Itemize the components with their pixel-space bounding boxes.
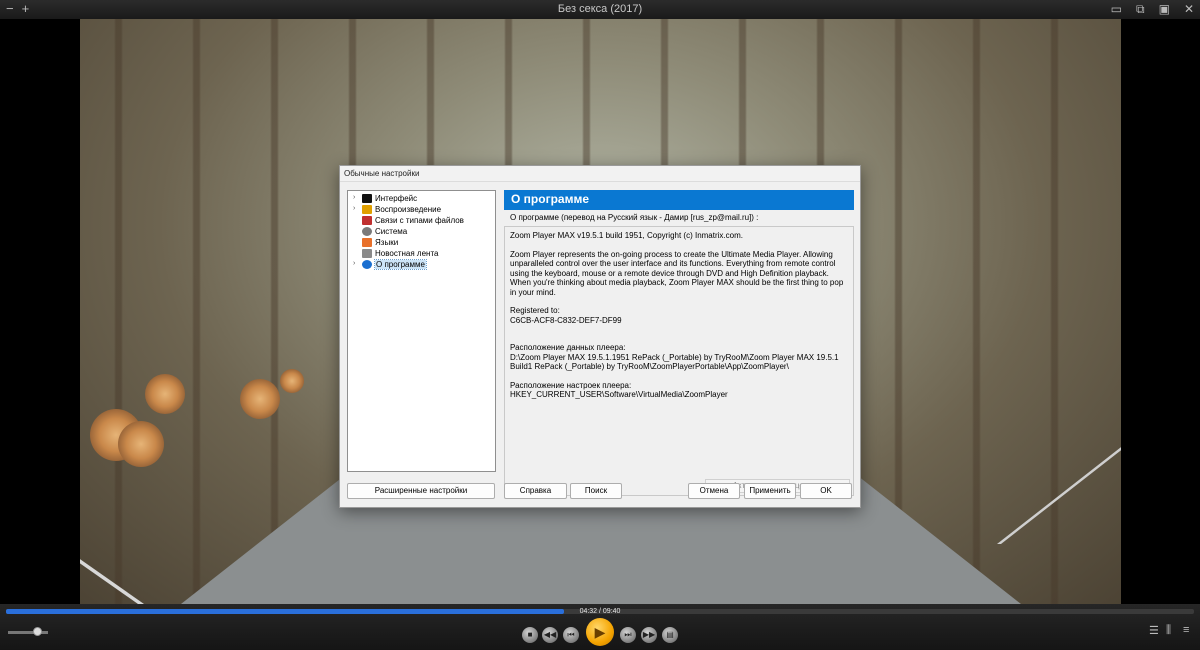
- monitor-icon: [362, 194, 372, 203]
- video-log-pile: [90, 369, 304, 469]
- video-log: [145, 374, 185, 414]
- video-log: [240, 379, 280, 419]
- tree-item-1[interactable]: › Воспроизведение: [348, 204, 495, 215]
- advanced-settings-button[interactable]: Расширенные настройки: [347, 483, 495, 499]
- tree-item-0[interactable]: › Интерфейс: [348, 193, 495, 204]
- rewind-icon[interactable]: ◀◀: [542, 627, 558, 643]
- tree-item-4[interactable]: Языки: [348, 237, 495, 248]
- file-assoc-icon: [362, 216, 372, 225]
- tree-item-label: Связи с типами файлов: [375, 216, 464, 225]
- settings-location-label: Расположение настроек плеера:: [510, 380, 632, 390]
- tree-item-3[interactable]: Система: [348, 226, 495, 237]
- play-button[interactable]: ▶: [586, 618, 614, 646]
- playback-icon: [362, 205, 372, 214]
- tree-item-5[interactable]: Новостная лента: [348, 248, 495, 259]
- language-icon: [362, 238, 372, 247]
- next-icon[interactable]: ⏭: [620, 627, 636, 643]
- about-header: О программе: [504, 190, 854, 210]
- restore-window-icon[interactable]: ⧉: [1136, 1, 1145, 17]
- stop-icon[interactable]: ■: [522, 627, 538, 643]
- about-info-box: Zoom Player MAX v19.5.1 build 1951, Copy…: [504, 226, 854, 496]
- search-button[interactable]: Поиск: [570, 483, 622, 499]
- registered-label: Registered to:: [510, 306, 560, 315]
- settings-tree[interactable]: › Интерфейс › Воспроизведение Связи с типами…: [347, 190, 496, 472]
- video-log: [118, 421, 164, 467]
- version-text: Zoom Player MAX v19.5.1 build 1951, Copy…: [510, 231, 743, 240]
- previous-icon[interactable]: ⏮: [563, 627, 579, 643]
- tree-item-2[interactable]: Связи с типами файлов: [348, 215, 495, 226]
- open-folder-icon[interactable]: ▤: [662, 627, 678, 643]
- help-button[interactable]: Справка: [504, 483, 567, 499]
- tree-item-label: Языки: [375, 238, 399, 247]
- info-icon: [362, 260, 372, 269]
- video-log: [280, 369, 304, 393]
- media-player: − + Без секса (2017) ▭ ⧉ ▣ ✕ Обычные нас…: [0, 0, 1200, 650]
- chevron-right-icon[interactable]: ›: [353, 194, 355, 201]
- data-location-value: D:\Zoom Player MAX 19.5.1.1951 RePack (_…: [510, 352, 839, 372]
- volume-slider[interactable]: [8, 627, 48, 636]
- about-pane: О программе О программе (перевод на Русс…: [504, 190, 854, 496]
- tree-item-6[interactable]: › О программе: [348, 259, 495, 270]
- minimize-window-icon[interactable]: ▭: [1111, 1, 1122, 17]
- equalizer-icon[interactable]: ⫼: [1166, 624, 1171, 637]
- about-subtitle: О программе (перевод на Русский язык - Д…: [510, 213, 759, 222]
- volume-knob[interactable]: [33, 627, 42, 636]
- description-text: Zoom Player represents the on-going proc…: [510, 249, 844, 297]
- playlist-icon[interactable]: ☰: [1149, 624, 1159, 637]
- settings-location-value: HKEY_CURRENT_USER\Software\VirtualMedia\…: [510, 390, 728, 399]
- dialog-title: Обычные настройки: [340, 166, 860, 182]
- tree-item-label: Новостная лента: [375, 249, 439, 258]
- chevron-right-icon[interactable]: ›: [353, 205, 355, 212]
- chevron-right-icon[interactable]: ›: [353, 260, 355, 267]
- window-title: Без секса (2017): [557, 3, 643, 15]
- tree-item-label: Система: [375, 227, 408, 236]
- fast-forward-icon[interactable]: ▶▶: [641, 627, 657, 643]
- settings-dialog: Обычные настройки › Интерфейс › Воспроизвед…: [339, 165, 861, 508]
- tree-item-label: Интерфейс: [375, 194, 418, 203]
- news-icon: [362, 249, 372, 258]
- apply-button[interactable]: Применить: [744, 483, 796, 499]
- data-location-label: Расположение данных плеера:: [510, 343, 626, 352]
- title-bar-right: ▭ ⧉ ▣ ✕: [1111, 1, 1194, 17]
- cancel-button[interactable]: Отмена: [688, 483, 740, 499]
- maximize-window-icon[interactable]: ▣: [1159, 1, 1170, 17]
- registered-value: C6CB-ACF8-C832-DEF7-DF99: [510, 315, 622, 325]
- title-bar: − + Без секса (2017) ▭ ⧉ ▣ ✕: [0, 0, 1200, 19]
- tree-item-label: О программе: [374, 259, 427, 270]
- gear-icon: [362, 227, 372, 236]
- close-icon[interactable]: ✕: [1184, 1, 1194, 17]
- time-display: 04:32 / 09:40: [579, 608, 621, 615]
- settings-sliders-icon[interactable]: ≡: [1183, 624, 1189, 636]
- tree-item-label: Воспроизведение: [375, 205, 442, 214]
- ok-button[interactable]: OK: [800, 483, 852, 499]
